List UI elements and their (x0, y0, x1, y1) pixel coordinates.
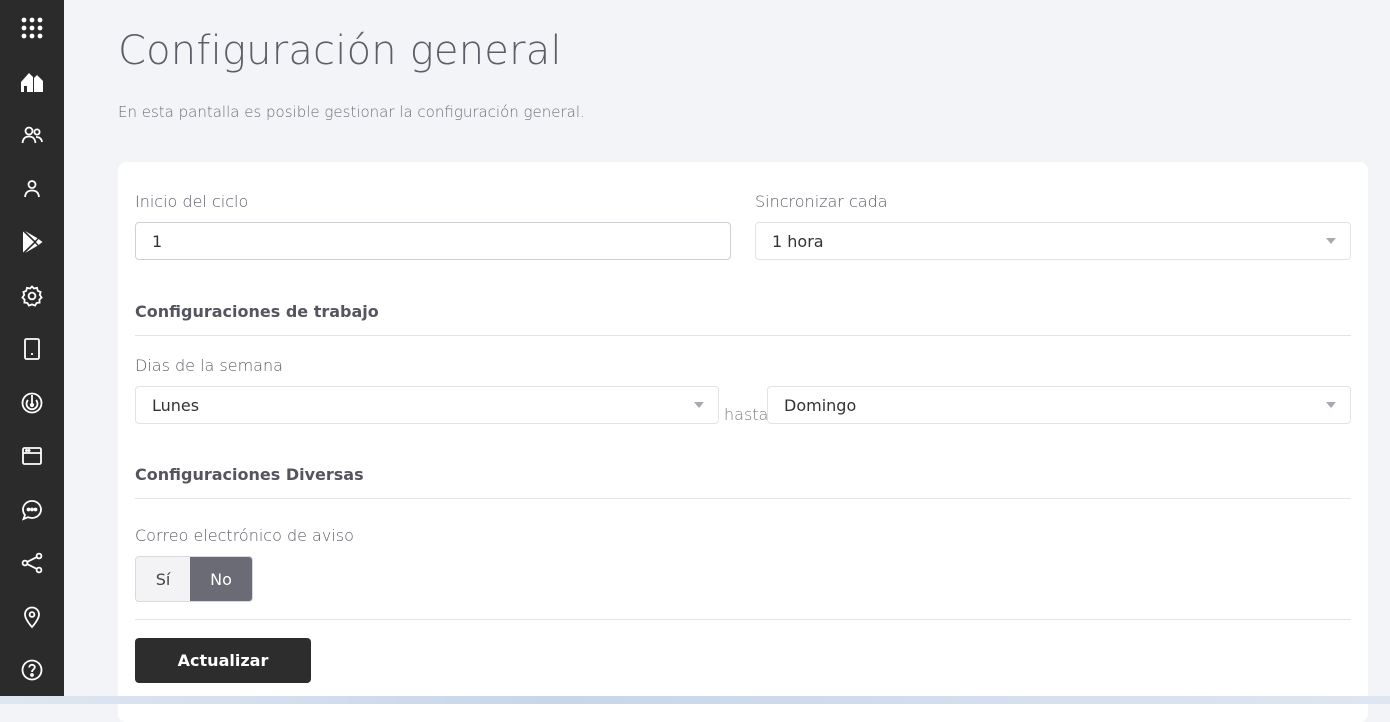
sync-every-label: Sincronizar cada (755, 192, 888, 211)
weekday-range-separator: hasta (724, 405, 769, 424)
weekday-to-select[interactable]: Domingo (767, 386, 1351, 424)
main-content: Configuración general En esta pantalla e… (64, 0, 1390, 722)
sidebar (0, 0, 64, 704)
weekday-to-value: Domingo (784, 395, 857, 415)
chevron-down-icon (694, 402, 704, 408)
cycle-start-input[interactable]: 1 (135, 222, 731, 260)
chat-bubble-icon[interactable] (14, 492, 50, 528)
weekday-from-select[interactable]: Lunes (135, 386, 719, 424)
email-notice-no-option[interactable]: No (190, 557, 252, 601)
device-tablet-icon[interactable] (14, 331, 50, 367)
page-subtitle: En esta pantalla es posible gestionar la… (118, 103, 585, 121)
radar-icon[interactable] (14, 385, 50, 421)
weekdays-label: Dias de la semana (135, 356, 283, 375)
cycle-start-value: 1 (152, 231, 163, 251)
play-store-icon[interactable] (14, 224, 50, 260)
settings-gear-icon[interactable] (14, 278, 50, 314)
misc-settings-heading: Configuraciones Diversas (135, 465, 364, 484)
location-pin-icon[interactable] (14, 599, 50, 635)
divider (135, 619, 1351, 620)
divider (135, 335, 1351, 336)
divider (135, 498, 1351, 499)
sync-every-select[interactable]: 1 hora (755, 222, 1351, 260)
users-group-icon[interactable] (14, 117, 50, 153)
apps-grid-icon[interactable] (14, 10, 50, 46)
update-button[interactable]: Actualizar (135, 638, 311, 683)
page-title: Configuración general (118, 28, 562, 74)
work-settings-heading: Configuraciones de trabajo (135, 302, 379, 321)
share-icon[interactable] (14, 545, 50, 581)
taskbar-edge (0, 696, 1390, 704)
weekday-from-value: Lunes (152, 395, 200, 415)
browser-window-icon[interactable] (14, 438, 50, 474)
user-icon[interactable] (14, 171, 50, 207)
email-notice-label: Correo electrónico de aviso (135, 526, 354, 545)
cycle-start-label: Inicio del ciclo (135, 192, 249, 211)
settings-card: Inicio del ciclo 1 Sincronizar cada 1 ho… (118, 162, 1368, 722)
email-notice-yes-option[interactable]: Sí (136, 557, 190, 601)
email-notice-toggle: Sí No (135, 556, 253, 602)
home-icon[interactable] (14, 64, 50, 100)
chevron-down-icon (1326, 402, 1336, 408)
help-icon[interactable] (14, 652, 50, 688)
chevron-down-icon (1326, 238, 1336, 244)
sync-every-value: 1 hora (772, 231, 824, 251)
